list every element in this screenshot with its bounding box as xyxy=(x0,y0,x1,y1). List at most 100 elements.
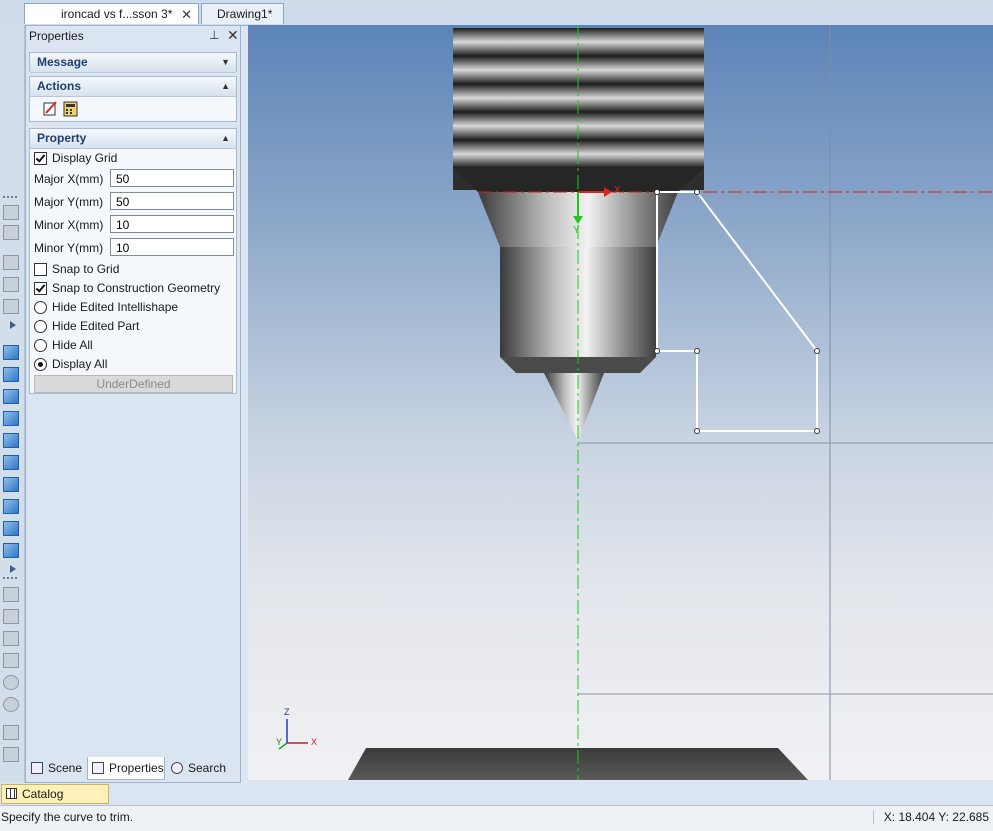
tool-strip xyxy=(0,25,25,783)
hide-edited-part-option[interactable]: Hide Edited Part xyxy=(34,317,234,336)
view-tool-icon[interactable] xyxy=(3,609,19,624)
display-grid-label: Display Grid xyxy=(52,151,118,165)
tool-icon[interactable] xyxy=(3,747,19,762)
loft-icon[interactable] xyxy=(3,411,19,426)
angle-tool-icon[interactable] xyxy=(3,653,19,668)
snap-to-grid-checkbox[interactable] xyxy=(34,263,47,276)
shape-icon[interactable] xyxy=(3,499,19,514)
tab-search-label: Search xyxy=(188,761,227,775)
chevron-up-icon[interactable]: ▲ xyxy=(221,77,230,96)
expand-arrow-icon[interactable] xyxy=(10,321,16,329)
line-tool-icon[interactable] xyxy=(3,587,19,602)
display-grid-checkbox[interactable] xyxy=(34,152,47,165)
property-section-title: Property xyxy=(37,131,87,145)
sketch-vertices[interactable] xyxy=(654,189,820,434)
view-tool-icon[interactable] xyxy=(3,631,19,646)
status-message: Specify the curve to trim. xyxy=(1,810,134,824)
properties-panel: Properties ⊥ ✕ Message ▼ Actions ▲ Prope… xyxy=(25,25,241,783)
circle-tool-icon[interactable] xyxy=(3,697,19,712)
document-tab-drawing1[interactable]: Drawing1* xyxy=(201,3,284,24)
property-section: Property ▲ Display Grid Major X(mm) Majo… xyxy=(29,128,237,394)
hide-edited-intellishape-label: Hide Edited Intellishape xyxy=(52,300,179,314)
edit-sketch-icon[interactable] xyxy=(43,101,57,116)
tab-search[interactable]: Search xyxy=(167,757,239,780)
tab-properties-label: Properties xyxy=(109,761,164,775)
snap-to-construction-checkbox[interactable] xyxy=(34,282,47,295)
actions-section-title: Actions xyxy=(37,79,82,93)
message-section: Message ▼ xyxy=(29,52,237,73)
calculator-icon[interactable] xyxy=(63,101,78,117)
minor-y-field[interactable] xyxy=(110,238,234,256)
document-tab-label: ironcad vs f...sson 3* xyxy=(61,7,173,21)
expand-arrow-icon[interactable] xyxy=(10,565,16,573)
sketch-tool-icon[interactable] xyxy=(3,255,19,270)
document-tab-bar: ironcad vs f...sson 3* ✕ Drawing1* xyxy=(0,0,993,26)
major-y-field[interactable] xyxy=(110,192,234,210)
minor-x-label: Minor X(mm) xyxy=(34,218,104,232)
action-icons xyxy=(43,101,78,117)
snap-to-construction-label: Snap to Construction Geometry xyxy=(52,281,221,295)
snap-to-construction-option[interactable]: Snap to Construction Geometry xyxy=(34,279,234,298)
chevron-up-icon[interactable]: ▲ xyxy=(221,129,230,148)
tab-properties[interactable]: Properties xyxy=(87,757,165,780)
hide-all-option[interactable]: Hide All xyxy=(34,336,234,355)
shape-icon[interactable] xyxy=(3,543,19,558)
sketch-tool-icon[interactable] xyxy=(3,205,19,220)
nozzle-tip xyxy=(544,373,604,441)
shape-icon[interactable] xyxy=(3,433,19,448)
catalog-browser-button[interactable]: Catalog Browser xyxy=(1,784,109,819)
triad-y-label: Y xyxy=(276,737,283,747)
axis-triad xyxy=(278,719,308,750)
major-y-label: Major Y(mm) xyxy=(34,195,104,209)
close-tab-icon[interactable]: ✕ xyxy=(181,4,192,25)
hide-edited-intellishape-option[interactable]: Hide Edited Intellishape xyxy=(34,298,234,317)
message-section-header[interactable]: Message ▼ xyxy=(30,53,236,73)
sketch-profile xyxy=(656,191,818,432)
toolbar-separator xyxy=(3,577,17,581)
shape-icon[interactable] xyxy=(3,455,19,470)
panel-title-bar: Properties ⊥ ✕ xyxy=(26,26,240,46)
circle-tool-icon[interactable] xyxy=(3,675,19,690)
pin-icon[interactable]: ⊥ xyxy=(209,28,219,42)
major-x-field[interactable] xyxy=(110,169,234,187)
underdefined-button[interactable]: UnderDefined xyxy=(34,375,233,393)
close-icon[interactable]: ✕ xyxy=(227,27,239,44)
snap-to-grid-label: Snap to Grid xyxy=(52,262,120,276)
shape-icon[interactable] xyxy=(3,477,19,492)
actions-section: Actions ▲ xyxy=(29,76,237,122)
toolbar-separator xyxy=(3,196,17,200)
tab-scene[interactable]: Scene xyxy=(27,757,85,780)
minor-y-row: Minor Y(mm) xyxy=(34,238,236,257)
major-x-label: Major X(mm) xyxy=(34,172,104,186)
minor-x-field[interactable] xyxy=(110,215,234,233)
display-grid-option[interactable]: Display Grid xyxy=(34,149,234,168)
minor-y-label: Minor Y(mm) xyxy=(34,241,104,255)
extrude-icon[interactable] xyxy=(3,345,19,360)
sketch-tool-icon[interactable] xyxy=(3,225,19,240)
display-all-option[interactable]: Display All xyxy=(34,355,234,374)
hide-edited-part-radio[interactable] xyxy=(34,320,47,333)
major-x-row: Major X(mm) xyxy=(34,169,236,188)
sketch-y-label: Y xyxy=(573,225,580,236)
hide-all-radio[interactable] xyxy=(34,339,47,352)
spin-icon[interactable] xyxy=(3,367,19,382)
shape-icon[interactable] xyxy=(3,521,19,536)
minor-x-row: Minor X(mm) xyxy=(34,215,236,234)
actions-section-header[interactable]: Actions ▲ xyxy=(30,77,236,97)
3d-viewport[interactable]: Z X Y X Y xyxy=(248,25,993,780)
hide-edited-intellishape-radio[interactable] xyxy=(34,301,47,314)
scene-canvas xyxy=(278,25,993,780)
hide-edited-part-label: Hide Edited Part xyxy=(52,319,140,333)
snap-to-grid-option[interactable]: Snap to Grid xyxy=(34,260,234,279)
sketch-tool-icon[interactable] xyxy=(3,299,19,314)
display-all-label: Display All xyxy=(52,357,108,371)
document-tab-label: Drawing1* xyxy=(217,7,273,21)
property-section-header[interactable]: Property ▲ xyxy=(30,129,236,149)
message-section-title: Message xyxy=(37,55,88,69)
document-tab-ironcad[interactable]: ironcad vs f...sson 3* ✕ xyxy=(24,3,199,24)
chevron-down-icon[interactable]: ▼ xyxy=(221,53,230,72)
tool-icon[interactable] xyxy=(3,725,19,740)
display-all-radio[interactable] xyxy=(34,358,47,371)
sketch-tool-icon[interactable] xyxy=(3,277,19,292)
sweep-icon[interactable] xyxy=(3,389,19,404)
